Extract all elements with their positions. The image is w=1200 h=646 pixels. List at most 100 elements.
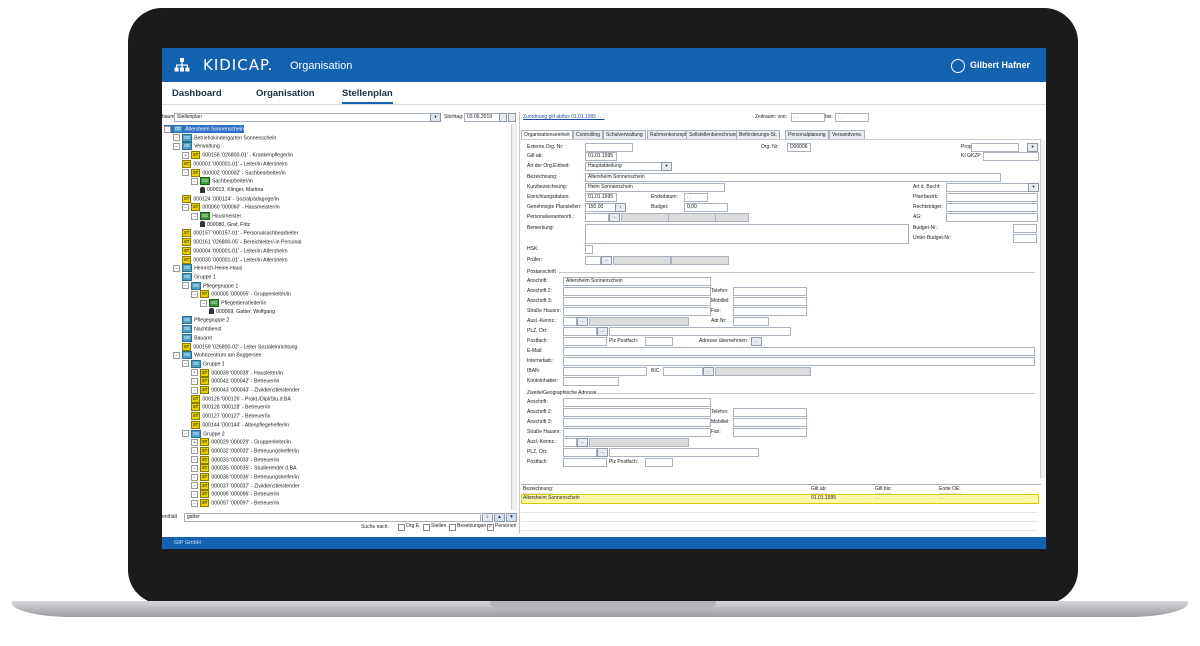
ki-gkzp-input[interactable] [983,152,1039,161]
expand-toggle-icon[interactable]: − [182,282,189,290]
filter-checkbox[interactable] [398,524,405,531]
lookup-button[interactable]: … [597,448,608,457]
second-anschrift2-input[interactable] [563,408,711,417]
tree-row[interactable]: − OE Pflegegruppe 1 [182,281,238,290]
tree-row[interactable]: 000069, Gatter, Wolfgang [209,308,275,316]
setup-date-input[interactable]: 01.01.1995 [585,193,617,202]
expand-toggle-icon[interactable]: + [191,438,198,446]
expand-toggle-icon[interactable]: − [191,464,198,472]
tree-row[interactable]: + ST 000158 '026800-01' - Krankenpfleger/i… [182,151,293,160]
tree-row[interactable]: − SG Hausmeister [191,212,241,220]
tree-row[interactable]: ST 000159 '026800-02' - Leiter Sozialeinr… [182,342,297,351]
grid-header[interactable]: Ende OE: [939,485,961,494]
expand-toggle-icon[interactable]: − [191,456,198,464]
hr-manager-extra2[interactable] [715,213,749,222]
tree-row[interactable]: ST 000126 '000126' - Prakt./Dipl/Stu.d.BA [191,394,291,403]
tree-row[interactable]: ST 000128 '000128' - Betreuer/in [191,403,270,412]
org-nr-input[interactable]: D00006 [787,143,811,152]
dropdown-arrow-icon[interactable]: ▾ [661,162,672,171]
period-to-input[interactable]: . . [835,113,869,122]
tree-row[interactable]: − ST 000002 '000002' - Sachbearbeiter/in [182,168,286,177]
tab-controlling[interactable]: Controlling [573,130,603,139]
postal-anschrift3-input[interactable] [563,297,711,306]
tree-row[interactable]: − ST 000037 '000037' - Zivildienstleistend… [191,481,300,490]
tree-row[interactable]: − ST 000042 '000042' - Betreuer/in [191,377,279,386]
budget-input[interactable]: 0,00 [684,203,728,212]
postal-mobil-input[interactable] [733,297,807,306]
expand-toggle-icon[interactable]: − [164,125,171,133]
tab-versandverw[interactable]: Versandverw. [829,130,866,139]
tree-row[interactable]: − SG Pflegedienstleiter/in [200,299,266,307]
search-down-icon[interactable]: ▼ [506,513,517,522]
expand-toggle-icon[interactable]: − [173,264,180,272]
postal-telefon-input[interactable] [733,287,807,296]
postal-zip-input[interactable] [563,327,597,336]
lookup-button[interactable]: … [597,327,608,336]
po-box-input[interactable] [563,337,607,346]
tree-row[interactable]: ST 000030 '000001-01' - Leiter/in Altersh… [182,255,288,264]
account-holder-input[interactable] [563,377,619,386]
tree-row[interactable]: − OE Verwaltung [173,142,220,151]
second-telefon-input[interactable] [733,408,807,417]
expand-toggle-icon[interactable]: − [200,299,207,307]
tree-row[interactable]: + ST 000039 '000039' - Hausleiter/in [191,368,283,377]
filter-checkbox[interactable] [449,524,456,531]
tree-row[interactable]: ST 000144 '000144' - Altenpflegehelfer/in [191,420,289,429]
accounting-type-select[interactable] [946,183,1038,192]
postal-anschrift2-input[interactable] [563,287,711,296]
expand-toggle-icon[interactable]: − [191,447,198,455]
dropdown-arrow-icon[interactable]: ▾ [1028,183,1039,192]
grid-header[interactable]: Bezeichnung: [523,485,554,494]
ext-org-nr-input[interactable] [585,143,633,152]
tree-row[interactable]: OE Pflegegruppe 2 [182,316,229,325]
second-po-box-zip-input[interactable] [645,458,673,467]
grid-header[interactable]: Gilt ab: [811,485,827,494]
second-mobil-input[interactable] [733,418,807,427]
tree-row[interactable]: − ST 000035 '000035' - Studierender d.BA [191,464,296,473]
tree-row[interactable]: − SG Sachbearbeiter/in [191,177,253,186]
remark-textarea[interactable] [585,224,909,244]
period-from-input[interactable]: . . [791,113,825,122]
expand-toggle-icon[interactable]: − [191,386,198,394]
hr-manager-name[interactable] [621,213,669,222]
search-input[interactable]: gatter [184,513,481,522]
expand-toggle-icon[interactable]: − [191,473,198,481]
view-select[interactable]: Stellenplan [174,113,440,122]
tree-row[interactable]: ST 000124 '000124' - Sozialpädagoge/in [182,194,279,203]
address-nr-input[interactable] [733,317,769,326]
second-zip-input[interactable] [563,448,597,457]
tree-row[interactable]: − OE Gruppe 1 [182,359,225,368]
legal-entity-input[interactable] [946,203,1038,212]
tree-row[interactable]: − ST 000005 '000005' - Gruppenleiter/in [191,290,291,299]
tree-row[interactable]: ST 000001 '000001-01' - Leiter/in Altersh… [182,159,288,168]
iban-input[interactable] [563,367,647,376]
filter-checkbox[interactable] [423,524,430,531]
assignment-link[interactable]: Zuordnung gilt ab/bis 01.01.1995 - . . [523,114,605,121]
tree-row[interactable]: − OE Gruppe 2 [182,429,225,438]
tree-row[interactable]: OE Nachtdienst [182,325,221,334]
short-name-input[interactable]: Heim Sonnenschein [585,183,725,192]
tree-row[interactable]: ST 000157 '000157-01' - Personalsachbearb… [182,229,298,238]
tree-row[interactable]: − ST 000096 '000096' - Betreuer/in [191,490,279,499]
postal-strasse-input[interactable] [563,307,711,316]
tree-row[interactable]: − OE Altersheim Sonnenschein [164,125,244,133]
tab-bef-rderungs-st[interactable]: Beförderungs-St. [736,130,780,139]
second-city-input[interactable] [609,448,759,457]
bank-name[interactable] [715,367,811,376]
expand-toggle-icon[interactable]: − [191,290,198,298]
second-country-input[interactable] [563,438,577,447]
stichtag-input[interactable]: 03.06.2019 [464,113,500,122]
tree-row[interactable]: − OE Betriebskindergarten Sonnenschein [173,133,276,142]
expand-toggle-icon[interactable]: − [191,490,198,498]
tree-row[interactable]: 000080, Graf, Fritz [200,221,250,229]
budget-nr-input[interactable] [1013,224,1037,233]
postal-anschrift-input[interactable]: Altersheim Sonnenschein [563,277,711,286]
lookup-button[interactable]: … [577,317,588,326]
filter-checkbox[interactable]: ✓ [487,524,494,531]
tree-scrollbar[interactable] [511,124,517,510]
second-country-name[interactable] [589,438,689,447]
tree-row[interactable]: − ST 000060 '000060' - Hausmeister/in [182,203,280,212]
nav-organisation[interactable]: Organisation [256,88,315,99]
expand-toggle-icon[interactable]: − [173,142,180,150]
form-scrollbar[interactable] [1040,140,1046,478]
